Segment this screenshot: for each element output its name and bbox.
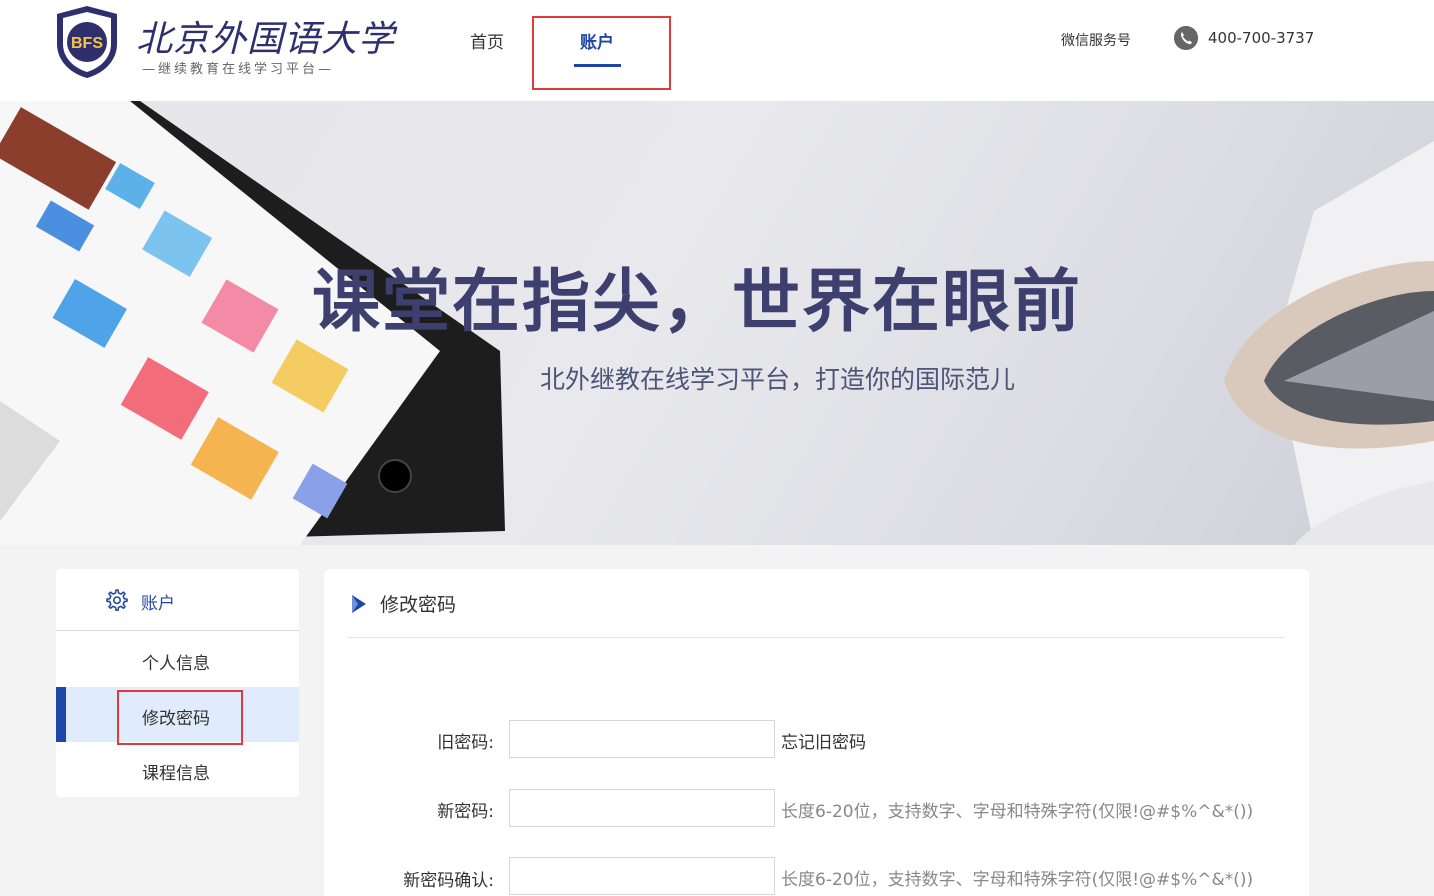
confirm-password-label: 新密码确认: [403, 871, 494, 891]
platform-subtitle: —继续教育在线学习平台— [142, 62, 335, 77]
sidebar-item-label: 课程信息 [142, 764, 210, 784]
banner-headline: 课堂在指尖，世界在眼前 [312, 263, 1083, 342]
university-name: 北京外国语大学 [136, 19, 396, 60]
sidebar-title: 账户 [141, 594, 175, 614]
sidebar-item-change-password[interactable]: 修改密码 [56, 687, 299, 742]
sidebar-item-label: 修改密码 [142, 709, 210, 729]
confirm-password-hint: 长度6-20位，支持数字、字母和特殊字符(仅限!@#$%^&*()) [781, 870, 1254, 890]
phone-icon [1174, 26, 1198, 50]
change-password-panel: 修改密码 旧密码: 忘记旧密码 新密码: 长度6-20位，支持数字、字母和特殊字… [324, 569, 1309, 896]
new-password-hint: 长度6-20位，支持数字、字母和特殊字符(仅限!@#$%^&*()) [781, 802, 1254, 822]
arrow-right-icon [352, 595, 366, 613]
wechat-service-link[interactable]: 微信服务号 [1061, 30, 1131, 50]
panel-divider [348, 637, 1284, 638]
nav-home[interactable]: 首页 [470, 28, 504, 53]
nav-active-underline [574, 64, 621, 67]
top-header: BFS 北京外国语大学 —继续教育在线学习平台— 首页 账户 微信服务号 400… [0, 0, 1434, 101]
university-logo[interactable]: BFS 北京外国语大学 —继续教育在线学习平台— [54, 4, 394, 82]
sidebar-item-personal-info[interactable]: 个人信息 [56, 632, 299, 687]
account-sidebar: 账户 个人信息 修改密码 课程信息 [56, 569, 299, 797]
sidebar-header: 账户 [56, 569, 299, 631]
panel-title: 修改密码 [380, 594, 457, 616]
confirm-password-input[interactable] [509, 857, 775, 895]
banner-subline: 北外继教在线学习平台，打造你的国际范儿 [540, 365, 1016, 394]
old-password-label: 旧密码: [437, 733, 494, 753]
university-emblem-icon: BFS [57, 6, 117, 78]
forgot-password-link[interactable]: 忘记旧密码 [781, 728, 866, 753]
phone-number: 400-700-3737 [1208, 29, 1315, 47]
hero-banner: 课堂在指尖，世界在眼前 北外继教在线学习平台，打造你的国际范儿 [0, 101, 1434, 545]
old-password-input[interactable] [509, 720, 775, 758]
gear-icon [106, 589, 128, 611]
sidebar-item-label: 个人信息 [142, 654, 210, 674]
building-illustration [1224, 141, 1434, 545]
nav-account[interactable]: 账户 [580, 28, 614, 53]
sidebar-item-course-info[interactable]: 课程信息 [56, 742, 299, 797]
emblem-text: BFS [71, 35, 103, 52]
new-password-label: 新密码: [437, 802, 494, 822]
new-password-input[interactable] [509, 789, 775, 827]
